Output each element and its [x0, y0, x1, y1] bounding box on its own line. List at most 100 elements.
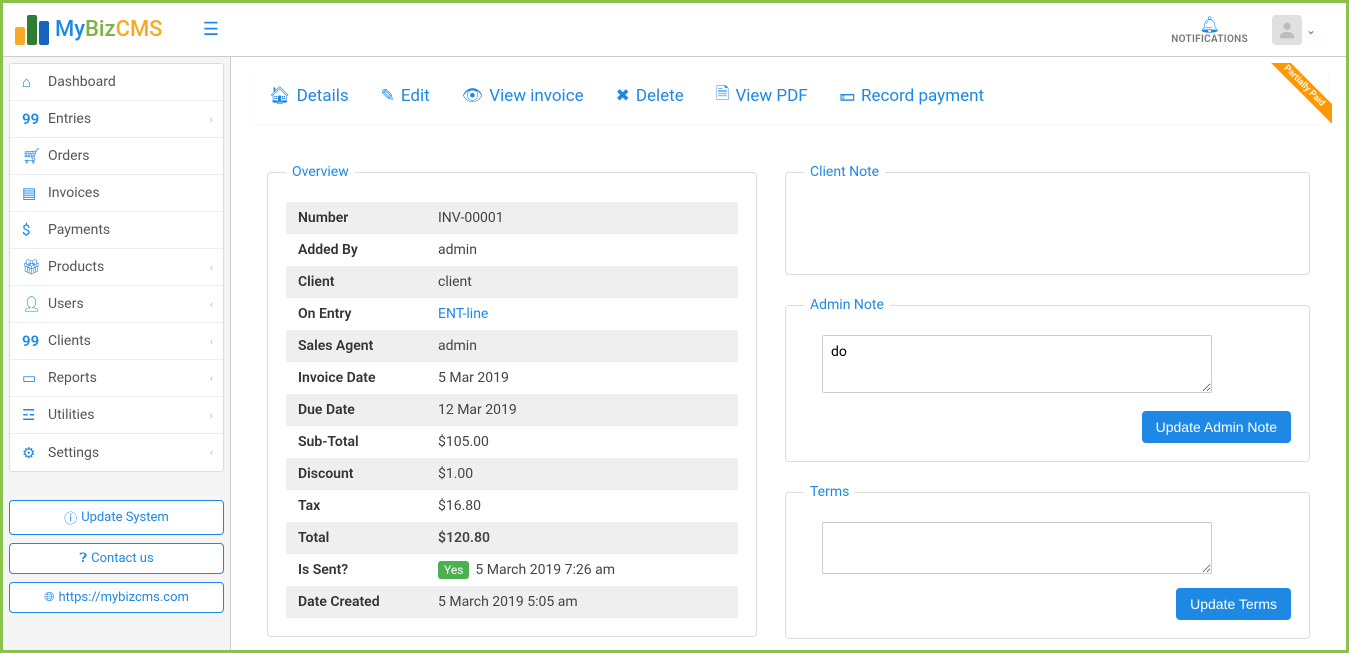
- chevron-left-icon: ‹: [210, 409, 213, 422]
- sidebar-item-settings[interactable]: ⚙ Settings ‹: [10, 434, 223, 471]
- overview-row-value: Yes5 March 2019 7:26 am: [426, 554, 738, 586]
- overview-row: Is Sent?Yes5 March 2019 7:26 am: [286, 554, 738, 586]
- overview-panel: Overview NumberINV-00001Added ByadminCli…: [267, 164, 757, 637]
- sidebar-item-label: Dashboard: [48, 74, 116, 90]
- actions-bar: 🏠︎Details ✎Edit 👁View invoice ✖Delete 🗎V…: [249, 67, 1328, 124]
- content-area: 🏠︎Details ✎Edit 👁View invoice ✖Delete 🗎V…: [231, 57, 1346, 650]
- terms-textarea[interactable]: [822, 522, 1212, 574]
- overview-table: NumberINV-00001Added ByadminClientclient…: [286, 202, 738, 618]
- close-icon: ✖: [616, 86, 630, 106]
- sidebar-item-dashboard[interactable]: ⌂ Dashboard: [10, 64, 223, 101]
- overview-row: Sub-Total$105.00: [286, 426, 738, 458]
- sidebar-item-label: Utilities: [48, 407, 95, 423]
- client-note-title: Client Note: [804, 164, 885, 180]
- client-note-content: [804, 202, 1291, 256]
- sidebar-item-label: Payments: [48, 222, 110, 238]
- update-system-button[interactable]: ⓘUpdate System: [9, 500, 224, 535]
- pdf-icon: 🗎: [716, 81, 730, 110]
- overview-row: Total$120.80: [286, 522, 738, 554]
- overview-row-value: 5 March 2019 5:05 am: [426, 586, 738, 618]
- overview-row-value: $120.80: [426, 522, 738, 554]
- home-icon: 🏠︎: [269, 86, 291, 106]
- client-note-panel: Client Note: [785, 164, 1310, 275]
- overview-row-value: admin: [426, 234, 738, 266]
- edit-action[interactable]: ✎Edit: [381, 81, 430, 110]
- gift-icon: 🎁︎: [22, 258, 48, 276]
- user-icon: 👤︎: [22, 295, 48, 313]
- site-link-button[interactable]: 🌐︎https://mybizcms.com: [9, 582, 224, 613]
- overview-row-label: Number: [286, 202, 426, 234]
- pencil-icon: ✎: [381, 86, 395, 106]
- sidebar-item-invoices[interactable]: ▤ Invoices: [10, 175, 223, 212]
- overview-row-value[interactable]: ENT-line: [426, 298, 738, 330]
- overview-row: Sales Agentadmin: [286, 330, 738, 362]
- eye-icon: 👁: [462, 86, 484, 106]
- chevron-left-icon: ‹: [210, 446, 213, 459]
- overview-row-label: Total: [286, 522, 426, 554]
- overview-row: Date Created5 March 2019 5:05 am: [286, 586, 738, 618]
- sidebar-item-products[interactable]: 🎁︎ Products ‹: [10, 249, 223, 286]
- overview-row-value: $16.80: [426, 490, 738, 522]
- info-icon: ⓘ: [64, 508, 77, 527]
- overview-row-label: Client: [286, 266, 426, 298]
- sidebar-item-label: Orders: [48, 148, 90, 164]
- overview-row-label: Tax: [286, 490, 426, 522]
- overview-row-label: Discount: [286, 458, 426, 490]
- overview-row-value: $105.00: [426, 426, 738, 458]
- record-payment-action[interactable]: 💵︎Record payment: [840, 81, 984, 110]
- brand-logo[interactable]: MyBizCMS: [15, 15, 163, 45]
- chevron-left-icon: ‹: [210, 261, 213, 274]
- avatar: [1272, 15, 1302, 45]
- overview-row: Clientclient: [286, 266, 738, 298]
- status-ribbon: Partially Paid: [1268, 63, 1332, 127]
- brand-text: MyBizCMS: [55, 17, 163, 42]
- user-menu[interactable]: ⌄: [1272, 15, 1316, 45]
- logo-bars-icon: [15, 15, 49, 45]
- clients-icon: 99: [22, 332, 48, 350]
- view-pdf-action[interactable]: 🗎View PDF: [716, 81, 808, 110]
- menu-toggle-icon[interactable]: ☰: [203, 19, 219, 40]
- overview-row-label: Is Sent?: [286, 554, 426, 586]
- overview-row-label: On Entry: [286, 298, 426, 330]
- logo-area: MyBizCMS ☰: [3, 3, 231, 57]
- sidebar-item-orders[interactable]: 🛒︎ Orders: [10, 138, 223, 175]
- sidebar: ⌂ Dashboard 99 Entries ‹ 🛒︎ Orders ▤ Inv…: [3, 57, 231, 650]
- chevron-left-icon: ‹: [210, 298, 213, 311]
- entries-icon: 99: [22, 110, 48, 128]
- delete-action[interactable]: ✖Delete: [616, 81, 684, 110]
- sidebar-item-label: Entries: [48, 111, 91, 127]
- overview-row-value: 5 Mar 2019: [426, 362, 738, 394]
- book-icon: ▭: [22, 369, 48, 387]
- sidebar-item-clients[interactable]: 99 Clients ‹: [10, 323, 223, 360]
- chevron-left-icon: ‹: [210, 113, 213, 126]
- terms-panel: Terms Update Terms: [785, 484, 1310, 639]
- update-admin-note-button[interactable]: Update Admin Note: [1142, 411, 1291, 443]
- sidebar-item-utilities[interactable]: ☲ Utilities ‹: [10, 397, 223, 434]
- bell-icon: 🔔︎: [1171, 15, 1248, 34]
- notifications-button[interactable]: 🔔︎ NOTIFICATIONS: [1171, 15, 1248, 45]
- overview-row: Discount$1.00: [286, 458, 738, 490]
- invoice-icon: ▤: [22, 184, 48, 202]
- sidebar-item-payments[interactable]: $ Payments: [10, 212, 223, 249]
- contact-us-button[interactable]: ❓︎Contact us: [9, 543, 224, 574]
- admin-note-title: Admin Note: [804, 297, 890, 313]
- overview-title: Overview: [286, 164, 355, 180]
- view-invoice-action[interactable]: 👁View invoice: [462, 81, 584, 110]
- sidebar-item-reports[interactable]: ▭ Reports ‹: [10, 360, 223, 397]
- details-action[interactable]: 🏠︎Details: [269, 81, 349, 110]
- sidebar-item-label: Settings: [48, 445, 99, 461]
- sidebar-item-label: Reports: [48, 370, 97, 386]
- chevron-left-icon: ‹: [210, 335, 213, 348]
- sidebar-item-users[interactable]: 👤︎ Users ‹: [10, 286, 223, 323]
- overview-row-label: Sub-Total: [286, 426, 426, 458]
- update-terms-button[interactable]: Update Terms: [1176, 588, 1291, 620]
- sidebar-item-entries[interactable]: 99 Entries ‹: [10, 101, 223, 138]
- overview-row: Added Byadmin: [286, 234, 738, 266]
- overview-row-value: 12 Mar 2019: [426, 394, 738, 426]
- terms-title: Terms: [804, 484, 855, 500]
- overview-row-value: admin: [426, 330, 738, 362]
- sidebar-item-label: Users: [48, 296, 84, 312]
- overview-row-label: Added By: [286, 234, 426, 266]
- help-icon: ❓︎: [79, 551, 87, 566]
- admin-note-textarea[interactable]: [822, 335, 1212, 393]
